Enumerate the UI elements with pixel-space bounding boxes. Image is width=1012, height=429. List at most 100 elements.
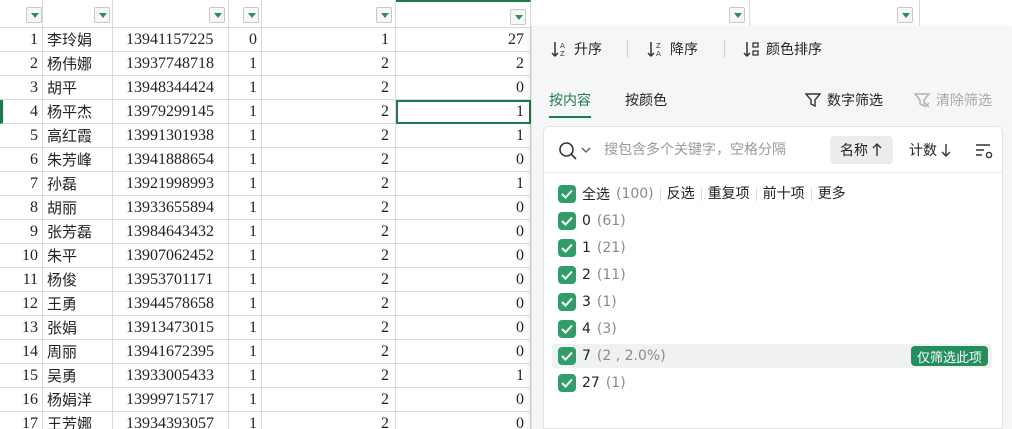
value-cell[interactable]: 2 [262, 292, 396, 316]
invert-selection-link[interactable]: 反选 [659, 187, 695, 201]
value-cell[interactable]: 1 [396, 364, 531, 388]
value-cell[interactable]: 2 [262, 172, 396, 196]
column-header-h[interactable] [750, 0, 920, 28]
list-item[interactable]: 27 (1) [552, 371, 992, 395]
search-icon[interactable] [558, 141, 578, 161]
value-cell[interactable]: 1 [229, 292, 262, 316]
value-cell[interactable]: 2 [262, 364, 396, 388]
list-item[interactable]: 7 (2 , 2.0%) 仅筛选此项 [552, 344, 992, 368]
value-cell[interactable]: 2 [262, 100, 396, 124]
row-number[interactable]: 14 [0, 340, 43, 364]
value-cell[interactable]: 0 [229, 28, 262, 52]
value-cell[interactable]: 1 [229, 388, 262, 412]
row-number[interactable]: 12 [0, 292, 43, 316]
filter-dropdown-icon[interactable] [209, 7, 225, 23]
column-header-a[interactable] [0, 0, 43, 28]
value-cell[interactable]: 2 [262, 52, 396, 76]
sort-by-name-button[interactable]: 名称 [830, 136, 893, 164]
value-cell[interactable]: 1 [262, 28, 396, 52]
item-checkbox[interactable] [558, 266, 576, 284]
filter-dropdown-icon[interactable] [94, 7, 110, 23]
value-cell[interactable]: 2 [262, 76, 396, 100]
name-cell[interactable]: 胡平 [43, 76, 113, 100]
value-cell[interactable]: 0 [396, 76, 531, 100]
name-cell[interactable]: 朱芳峰 [43, 148, 113, 172]
value-cell[interactable]: 0 [396, 340, 531, 364]
row-number[interactable]: 6 [0, 148, 43, 172]
tab-by-color[interactable]: 按颜色 [625, 90, 667, 110]
item-checkbox[interactable] [558, 293, 576, 311]
name-cell[interactable]: 吴勇 [43, 364, 113, 388]
row-number[interactable]: 4 [0, 100, 43, 124]
name-cell[interactable]: 张芳磊 [43, 220, 113, 244]
item-checkbox[interactable] [558, 320, 576, 338]
duplicates-link[interactable]: 重复项 [700, 187, 750, 201]
number-filter-button[interactable]: 数字筛选 [804, 90, 883, 110]
value-cell[interactable]: 1 [229, 148, 262, 172]
value-cell[interactable]: 0 [396, 316, 531, 340]
phone-cell[interactable]: 13941888654 [113, 148, 229, 172]
sort-by-count-button[interactable]: 计数 [899, 136, 962, 164]
sort-descending-button[interactable]: ZA 降序 [646, 38, 698, 60]
phone-cell[interactable]: 13941672395 [113, 340, 229, 364]
value-cell[interactable]: 2 [262, 196, 396, 220]
sort-ascending-button[interactable]: AZ 升序 [550, 38, 602, 60]
search-input[interactable] [604, 139, 824, 161]
row-number[interactable]: 8 [0, 196, 43, 220]
row-number[interactable]: 11 [0, 268, 43, 292]
column-header-d[interactable] [229, 0, 262, 28]
list-item[interactable]: 0 (61) [552, 209, 992, 233]
filter-dropdown-icon[interactable] [26, 7, 42, 23]
value-cell[interactable]: 1 [229, 268, 262, 292]
phone-cell[interactable]: 13953701171 [113, 268, 229, 292]
phone-cell[interactable]: 13933005433 [113, 364, 229, 388]
row-number[interactable]: 10 [0, 244, 43, 268]
value-cell[interactable]: 2 [262, 412, 396, 429]
column-header-c[interactable] [113, 0, 229, 28]
phone-cell[interactable]: 13907062452 [113, 244, 229, 268]
top-ten-link[interactable]: 前十项 [755, 187, 805, 201]
row-number[interactable]: 7 [0, 172, 43, 196]
name-cell[interactable]: 王芳娜 [43, 412, 113, 429]
filter-dropdown-icon[interactable] [510, 9, 526, 25]
value-cell[interactable]: 1 [229, 364, 262, 388]
filter-dropdown-icon[interactable] [897, 7, 913, 23]
list-item[interactable]: 3 (1) [552, 290, 992, 314]
column-header-e[interactable] [262, 0, 396, 28]
name-cell[interactable]: 张娟 [43, 316, 113, 340]
value-cell[interactable]: 1 [229, 124, 262, 148]
value-cell[interactable]: 1 [229, 244, 262, 268]
value-cell[interactable]: 0 [396, 220, 531, 244]
value-cell[interactable]: 1 [396, 124, 531, 148]
row-number[interactable]: 9 [0, 220, 43, 244]
value-cell[interactable]: 2 [262, 388, 396, 412]
item-checkbox[interactable] [558, 239, 576, 257]
phone-cell[interactable]: 13934393057 [113, 412, 229, 429]
value-cell[interactable]: 1 [229, 340, 262, 364]
value-cell[interactable]: 1 [229, 172, 262, 196]
value-cell[interactable]: 2 [262, 340, 396, 364]
item-checkbox[interactable] [558, 374, 576, 392]
list-settings-icon[interactable] [974, 141, 994, 161]
name-cell[interactable]: 胡丽 [43, 196, 113, 220]
filter-dropdown-icon[interactable] [376, 7, 392, 23]
name-cell[interactable]: 李玲娟 [43, 28, 113, 52]
value-cell[interactable]: 2 [262, 244, 396, 268]
row-number[interactable]: 16 [0, 388, 43, 412]
filter-dropdown-icon[interactable] [729, 7, 745, 23]
value-cell[interactable]: 1 [229, 196, 262, 220]
select-all-checkbox[interactable] [558, 185, 576, 203]
clear-filter-button[interactable]: 清除筛选 [913, 90, 992, 110]
name-cell[interactable]: 杨俊 [43, 268, 113, 292]
row-number[interactable]: 17 [0, 412, 43, 429]
filter-dropdown-icon[interactable] [243, 7, 259, 23]
value-cell[interactable]: 27 [396, 28, 531, 52]
name-cell[interactable]: 朱平 [43, 244, 113, 268]
value-cell[interactable]: 1 [229, 100, 262, 124]
phone-cell[interactable]: 13941157225 [113, 28, 229, 52]
phone-cell[interactable]: 13933655894 [113, 196, 229, 220]
select-all-row[interactable]: 全选 (100) 反选 重复项 前十项 更多 [552, 182, 992, 206]
name-cell[interactable]: 高红霞 [43, 124, 113, 148]
phone-cell[interactable]: 13979299145 [113, 100, 229, 124]
value-cell[interactable]: 1 [229, 220, 262, 244]
